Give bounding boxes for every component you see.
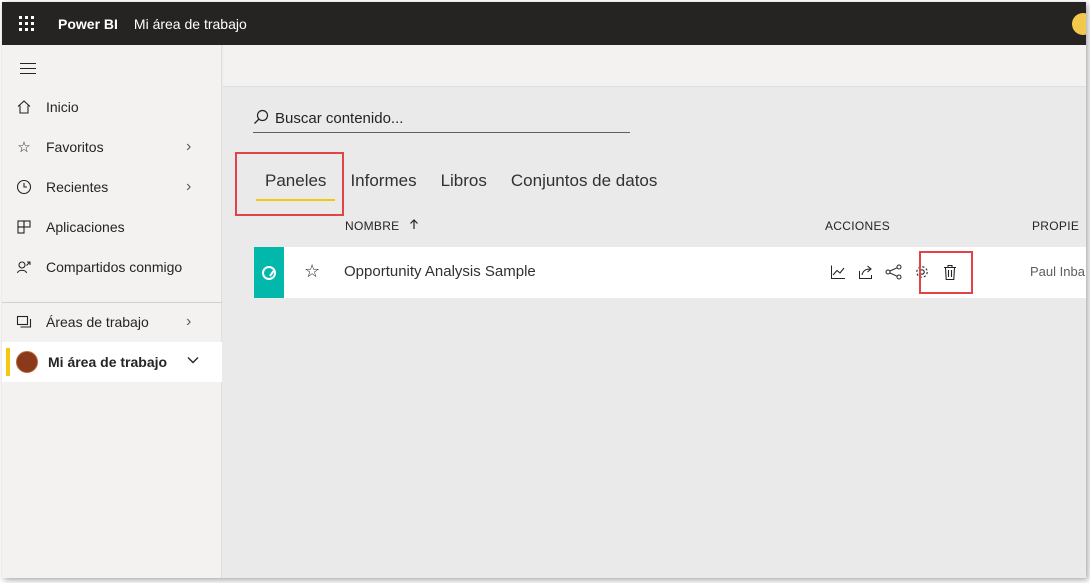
app-launcher-button[interactable]: [2, 2, 50, 45]
chevron-right-icon[interactable]: ›: [186, 138, 222, 156]
related-content-icon[interactable]: [880, 262, 908, 282]
clock-icon: [2, 179, 46, 195]
sidebar-item-label: Recientes: [46, 179, 109, 195]
sidebar-item-label: Áreas de trabajo: [46, 314, 149, 330]
sidebar-item-inicio[interactable]: Inicio: [2, 87, 222, 127]
active-indicator: [6, 348, 10, 376]
dashboard-thumbnail[interactable]: [254, 247, 284, 298]
favorite-star-icon[interactable]: ☆: [304, 261, 320, 282]
highlight-box: [235, 152, 344, 216]
tab-conjuntos-de-datos[interactable]: Conjuntos de datos: [499, 165, 670, 201]
sidebar-item-recientes[interactable]: Recientes ›: [2, 167, 222, 207]
sidebar-item-areas-de-trabajo[interactable]: Áreas de trabajo ›: [2, 302, 222, 342]
app-window: Power BI Mi área de trabajo Inicio ☆ Fav…: [2, 2, 1086, 578]
sidebar-item-favoritos[interactable]: ☆ Favoritos ›: [2, 127, 222, 167]
chevron-down-icon[interactable]: [186, 353, 222, 372]
search-input[interactable]: [275, 110, 615, 127]
workspaces-icon: [2, 314, 46, 330]
sidebar-item-label: Inicio: [46, 99, 79, 115]
sidebar-item-mi-area-de-trabajo[interactable]: Mi área de trabajo: [2, 342, 222, 382]
hamburger-menu-icon[interactable]: [20, 63, 36, 78]
brand-name[interactable]: Power BI: [58, 16, 118, 32]
star-icon: ☆: [17, 139, 31, 156]
column-header-owner[interactable]: PROPIE: [1032, 219, 1079, 233]
column-header-actions: ACCIONES: [825, 219, 891, 233]
share-icon[interactable]: [852, 262, 880, 282]
search-box[interactable]: [253, 105, 630, 133]
sidebar: Inicio ☆ Favoritos › Recientes › Aplicac…: [2, 45, 222, 578]
waffle-icon: [18, 16, 34, 31]
column-header-name[interactable]: NOMBRE: [345, 219, 419, 233]
search-icon: [253, 109, 275, 128]
workspace-avatar: [16, 351, 38, 373]
sidebar-item-compartidos[interactable]: Compartidos conmigo: [2, 247, 222, 287]
tab-libros[interactable]: Libros: [429, 165, 499, 201]
action-bar: [223, 45, 1086, 87]
sort-ascending-icon: [409, 219, 419, 233]
user-avatar[interactable]: [1072, 13, 1086, 35]
shared-icon: [2, 259, 46, 275]
chevron-right-icon[interactable]: ›: [186, 313, 222, 331]
home-icon: [2, 99, 46, 115]
sidebar-item-label: Favoritos: [46, 139, 104, 155]
sidebar-item-label: Aplicaciones: [46, 219, 125, 235]
sidebar-item-aplicaciones[interactable]: Aplicaciones: [2, 207, 222, 247]
highlight-box: [919, 251, 973, 294]
analyze-in-excel-icon[interactable]: [824, 262, 852, 282]
apps-icon: [2, 219, 46, 235]
column-header-label: NOMBRE: [345, 219, 400, 233]
content-area: Paneles Informes Libros Conjuntos de dat…: [223, 87, 1086, 578]
breadcrumb[interactable]: Mi área de trabajo: [134, 16, 247, 32]
dashboard-icon: [262, 265, 276, 280]
item-name[interactable]: Opportunity Analysis Sample: [344, 263, 536, 280]
top-bar: Power BI Mi área de trabajo: [2, 2, 1086, 45]
item-owner: Paul Inba: [1030, 264, 1085, 279]
sidebar-item-label: Mi área de trabajo: [48, 354, 168, 370]
sidebar-item-label: Compartidos conmigo: [46, 259, 183, 275]
chevron-right-icon[interactable]: ›: [186, 178, 222, 196]
tab-informes[interactable]: Informes: [338, 165, 428, 201]
